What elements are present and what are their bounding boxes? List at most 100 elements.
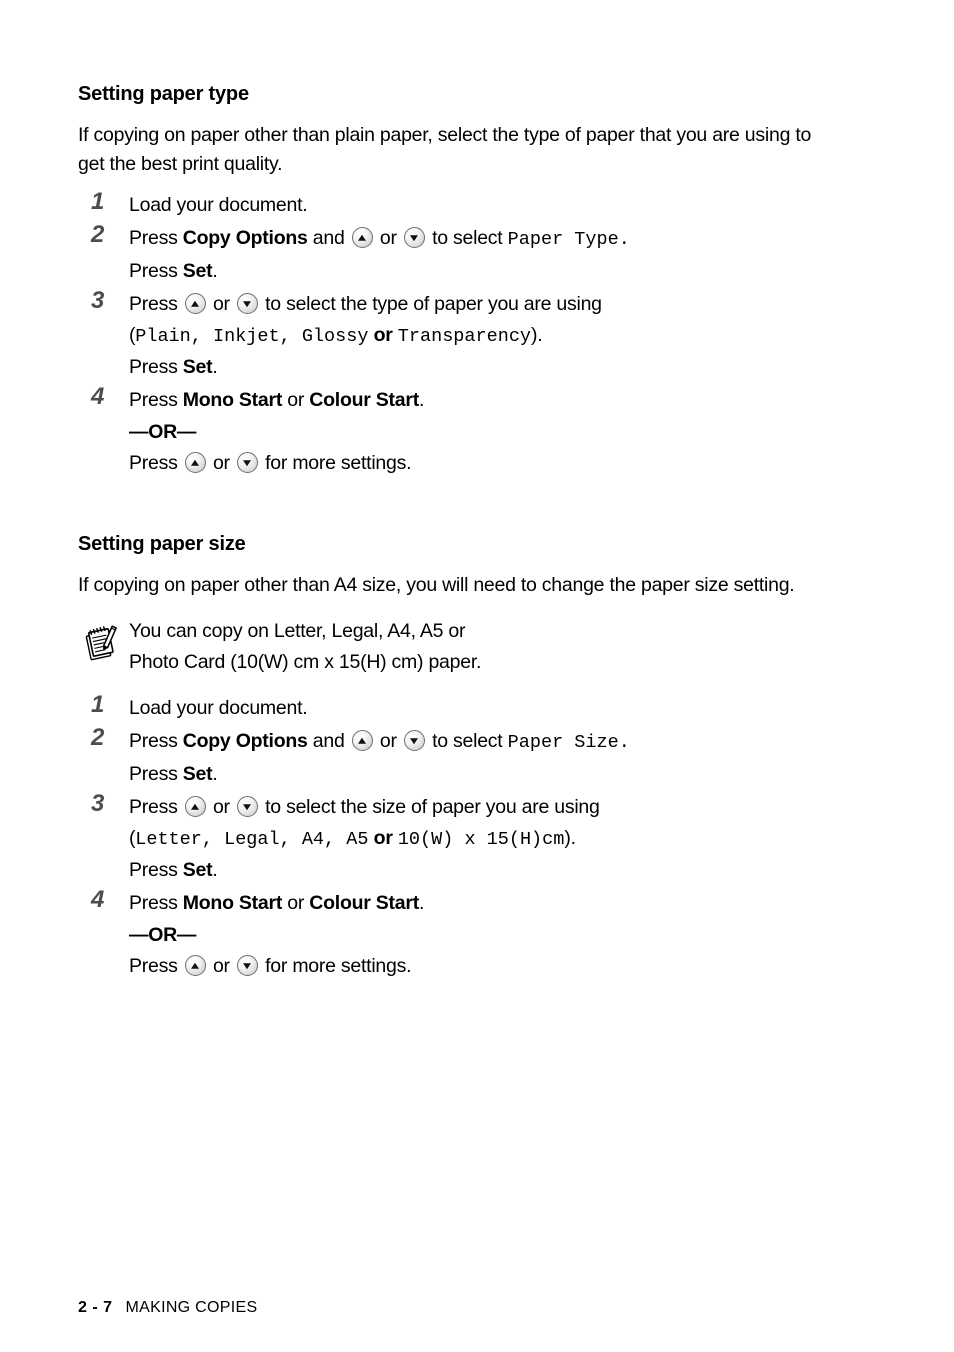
lcd-setting-name: Paper Size — [507, 732, 619, 753]
arrow-down-key-icon[interactable] — [236, 293, 258, 314]
arrow-down-key-icon[interactable] — [403, 227, 425, 248]
page-content: Setting paper type If copying on paper o… — [78, 82, 838, 983]
section-heading-paper-type: Setting paper type — [78, 83, 249, 105]
to-select-label: to select — [432, 227, 503, 249]
step-text: Press Mono Start or Colour Start. — [129, 887, 838, 919]
intro-paragraph-paper-size: If copying on paper other than A4 size, … — [78, 574, 795, 596]
step-item: 3 Press or to select the type of paper y… — [78, 287, 838, 383]
press-label: Press — [129, 859, 178, 881]
press-label: Press — [129, 260, 178, 282]
mono-start-key-label: Mono Start — [182, 892, 283, 914]
separator: , — [324, 829, 347, 850]
lcd-option: Inkjet — [212, 326, 280, 347]
arrow-up-key-icon[interactable] — [351, 227, 373, 248]
step-number: 4 — [91, 886, 105, 913]
step-item: 3 Press or to select the size of paper y… — [78, 790, 838, 886]
arrow-down-key-icon[interactable] — [236, 796, 258, 817]
or-label: or — [373, 827, 393, 849]
triangle-up-glyph — [191, 962, 200, 969]
step-number: 4 — [91, 383, 105, 410]
step-item: 1 Load your document. — [78, 188, 838, 221]
mono-start-key-label: Mono Start — [182, 389, 283, 411]
separator: , — [279, 326, 302, 347]
step-number: 1 — [91, 188, 105, 215]
set-key-label: Set — [182, 356, 213, 378]
step-text: Press Copy Options and or to select Pape… — [129, 222, 838, 256]
note-callout: You can copy on Letter, Legal, A4, A5 or… — [78, 616, 838, 678]
period: . — [418, 892, 425, 914]
separator: , — [190, 326, 213, 347]
step-subline-press-set: Press Set. — [129, 352, 838, 383]
or-label: or — [212, 796, 230, 818]
press-label: Press — [129, 293, 178, 315]
set-key-label: Set — [182, 859, 213, 881]
lcd-setting-period: . — [618, 732, 630, 753]
colour-start-key-label: Colour Start — [309, 892, 419, 914]
steps-list-paper-size: 1 Load your document. 2 Press Copy Optio… — [78, 691, 838, 982]
triangle-up-glyph — [358, 234, 367, 241]
and-label: and — [312, 730, 345, 752]
or-label: or — [212, 293, 230, 315]
arrow-up-key-icon[interactable] — [351, 730, 373, 751]
press-label: Press — [129, 730, 178, 752]
or-label: or — [287, 892, 305, 914]
arrow-up-key-icon[interactable] — [184, 452, 206, 473]
notepad-pencil-icon — [82, 622, 124, 664]
to-select-label: to select — [432, 730, 503, 752]
or-divider: —OR— — [129, 421, 197, 443]
step-text-tail: for more settings. — [265, 955, 412, 977]
section-heading-paper-size: Setting paper size — [78, 533, 246, 555]
note-line: Photo Card (10(W) cm x 15(H) cm) paper. — [129, 651, 482, 673]
and-label: and — [312, 227, 345, 249]
triangle-up-glyph — [191, 300, 200, 307]
step-subline-press-set: Press Set. — [129, 855, 838, 886]
lcd-option: Legal — [224, 829, 280, 850]
step-subline-press-set: Press Set. — [129, 759, 838, 790]
lcd-option: Plain — [135, 326, 191, 347]
arrow-up-key-icon[interactable] — [184, 955, 206, 976]
page-footer: 2 - 7 MAKING COPIES — [78, 1299, 257, 1317]
copy-options-key-label: Copy Options — [182, 730, 308, 752]
lcd-option: Letter — [135, 829, 202, 850]
or-label: or — [379, 730, 397, 752]
step-item: 2 Press Copy Options and or to select Pa… — [78, 221, 838, 287]
lcd-option: Glossy — [301, 326, 369, 347]
press-label: Press — [129, 389, 178, 411]
arrow-down-key-icon[interactable] — [236, 955, 258, 976]
press-label: Press — [129, 955, 178, 977]
press-label: Press — [129, 227, 178, 249]
lcd-option: A5 — [346, 829, 369, 850]
intro-paragraph-paper-type: If copying on paper other than plain pap… — [78, 124, 812, 175]
lcd-setting-name: Paper Type — [507, 229, 619, 250]
manual-page: Setting paper type If copying on paper o… — [0, 0, 954, 1352]
step-text-tail: to select the size of paper you are usin… — [265, 796, 600, 818]
step-text: Press or to select the type of paper you… — [129, 288, 838, 320]
press-label: Press — [129, 452, 178, 474]
step-text: Press Mono Start or Colour Start. — [129, 384, 838, 416]
period: . — [212, 260, 218, 282]
arrow-up-key-icon[interactable] — [184, 293, 206, 314]
step-number: 1 — [91, 691, 105, 718]
separator: , — [279, 829, 302, 850]
or-label: or — [212, 452, 230, 474]
step-number: 3 — [91, 790, 105, 817]
arrow-up-key-icon[interactable] — [184, 796, 206, 817]
colour-start-key-label: Colour Start — [309, 389, 419, 411]
triangle-down-glyph — [243, 962, 252, 969]
step-text-tail: to select the type of paper you are usin… — [265, 293, 602, 315]
triangle-down-glyph — [410, 234, 419, 241]
step-subline-options: (Plain, Inkjet, Glossy or Transparency). — [129, 320, 838, 352]
triangle-up-glyph — [191, 459, 200, 466]
step-item: 2 Press Copy Options and or to select Pa… — [78, 724, 838, 790]
press-label: Press — [129, 796, 178, 818]
arrow-down-key-icon[interactable] — [236, 452, 258, 473]
lcd-option: 10(W) x 15(H)cm — [397, 829, 565, 850]
step-text: Load your document. — [129, 692, 838, 724]
footer-page-number: 2 - 7 — [78, 1299, 113, 1316]
lcd-option: A4 — [301, 829, 325, 850]
arrow-down-key-icon[interactable] — [403, 730, 425, 751]
or-divider: —OR— — [129, 924, 197, 946]
period: . — [212, 859, 218, 881]
separator: , — [201, 829, 225, 850]
